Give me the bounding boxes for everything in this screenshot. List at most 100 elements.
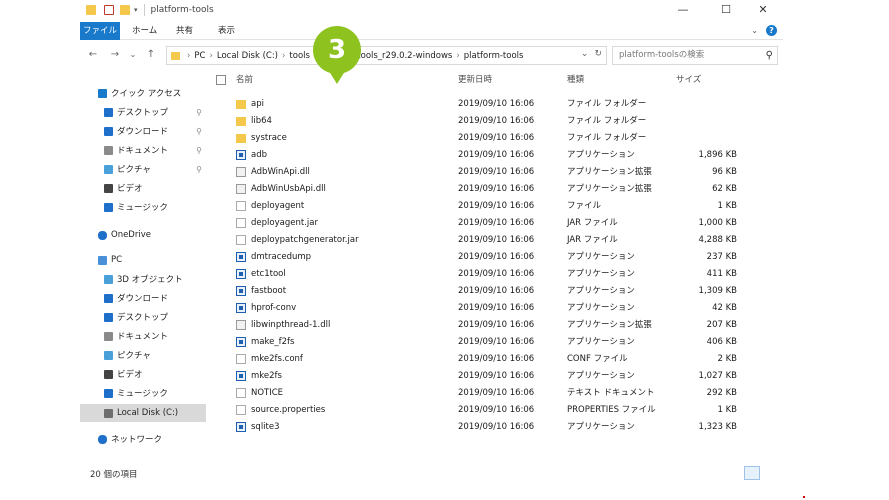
file-row[interactable]: deploypatchgenerator.jar 2019/09/10 16:06…: [210, 232, 783, 249]
file-name: systrace: [251, 133, 287, 143]
file-type: テキスト ドキュメント: [567, 388, 655, 398]
pin-icon[interactable]: ⚲: [196, 127, 202, 136]
search-input[interactable]: platform-toolsの検索 ⚲: [612, 46, 778, 65]
file-row[interactable]: api 2019/09/10 16:06 ファイル フォルダー: [210, 96, 783, 113]
window-title: platform-tools: [150, 5, 214, 15]
sidebar-item[interactable]: ネットワーク: [80, 430, 206, 448]
file-row[interactable]: fastboot 2019/09/10 16:06 アプリケーション 1,309 KB: [210, 283, 783, 300]
file-size: 1,027 KB: [698, 371, 737, 381]
column-header-date[interactable]: 更新日時: [458, 70, 492, 90]
videos-icon: [104, 183, 113, 193]
sidebar-item[interactable]: デスクトップ ⚲: [80, 103, 206, 121]
details-view-icon[interactable]: [744, 466, 760, 480]
breadcrumb-pc[interactable]: PC: [194, 51, 205, 61]
file-size: 237 KB: [706, 252, 737, 262]
file-name: mke2fs: [251, 371, 282, 381]
file-row[interactable]: etc1tool 2019/09/10 16:06 アプリケーション 411 KB: [210, 266, 783, 283]
breadcrumb-tools[interactable]: tools: [289, 51, 310, 61]
sidebar-item[interactable]: ビデオ: [80, 365, 206, 383]
file-row[interactable]: libwinpthread-1.dll 2019/09/10 16:06 アプリケー…: [210, 317, 783, 334]
help-icon[interactable]: ?: [766, 25, 777, 36]
file-date: 2019/09/10 16:06: [458, 150, 535, 160]
maximize-button[interactable]: ☐: [706, 0, 746, 20]
file-row[interactable]: mke2fs 2019/09/10 16:06 アプリケーション 1,027 KB: [210, 368, 783, 385]
search-icon[interactable]: ⚲: [766, 47, 773, 64]
pin-icon[interactable]: ⚲: [196, 146, 202, 155]
sidebar-item[interactable]: ミュージック: [80, 384, 206, 402]
up-button[interactable]: ↑: [144, 47, 158, 63]
tab-view[interactable]: 表示: [210, 22, 243, 40]
file-row[interactable]: mke2fs.conf 2019/09/10 16:06 CONF ファイル 2 KB: [210, 351, 783, 368]
address-dropdown-icon[interactable]: ⌄: [581, 49, 589, 59]
desktop-icon: [104, 107, 113, 117]
tab-home[interactable]: ホーム: [124, 22, 165, 40]
breadcrumb-platform-tools[interactable]: platform-tools: [464, 51, 524, 61]
forward-button[interactable]: →: [108, 47, 122, 63]
sidebar-item[interactable]: Local Disk (C:): [80, 404, 206, 422]
file-row[interactable]: sqlite3 2019/09/10 16:06 アプリケーション 1,323 KB: [210, 419, 783, 436]
address-folder-icon: [171, 51, 180, 60]
sidebar-item[interactable]: OneDrive: [80, 226, 206, 244]
file-size: 207 KB: [706, 320, 737, 330]
file-row[interactable]: NOTICE 2019/09/10 16:06 テキスト ドキュメント 292 KB: [210, 385, 783, 402]
sidebar-item[interactable]: PC: [80, 251, 206, 269]
close-button[interactable]: ✕: [743, 0, 783, 20]
file-row[interactable]: adb 2019/09/10 16:06 アプリケーション 1,896 KB: [210, 147, 783, 164]
file-row[interactable]: lib64 2019/09/10 16:06 ファイル フォルダー: [210, 113, 783, 130]
large-icons-view-icon[interactable]: [764, 466, 780, 480]
sidebar-item[interactable]: ダウンロード: [80, 289, 206, 307]
file-row[interactable]: hprof-conv 2019/09/10 16:06 アプリケーション 42 KB: [210, 300, 783, 317]
sidebar-item-label: 3D オブジェクト: [117, 275, 183, 285]
tab-share[interactable]: 共有: [168, 22, 201, 40]
file-row[interactable]: deployagent 2019/09/10 16:06 ファイル 1 KB: [210, 198, 783, 215]
sidebar-item[interactable]: ダウンロード ⚲: [80, 122, 206, 140]
file-size: 42 KB: [712, 303, 737, 313]
select-all-checkbox[interactable]: [216, 75, 226, 85]
file-row[interactable]: systrace 2019/09/10 16:06 ファイル フォルダー: [210, 130, 783, 147]
column-header-type[interactable]: 種類: [567, 70, 584, 90]
properties-icon[interactable]: [104, 5, 114, 15]
sidebar-item[interactable]: 3D オブジェクト: [80, 270, 206, 288]
quick-access-toolbar-dropdown-icon[interactable]: ▾: [134, 6, 138, 14]
file-row[interactable]: source.properties 2019/09/10 16:06 PROPERT…: [210, 402, 783, 419]
breadcrumb-platform-tools-sdk[interactable]: m-tools_r29.0.2-windows: [346, 51, 452, 61]
pin-icon[interactable]: ⚲: [196, 165, 202, 174]
file-size: 2 KB: [717, 354, 737, 364]
download-icon: [104, 126, 113, 136]
breadcrumb-local-disk[interactable]: Local Disk (C:): [217, 51, 278, 61]
new-folder-icon[interactable]: [120, 5, 130, 15]
step-badge: 3: [313, 26, 361, 74]
application-icon: [236, 269, 246, 279]
column-header-name[interactable]: 名前: [236, 70, 253, 90]
file-name: api: [251, 99, 264, 109]
pin-icon[interactable]: ⚲: [196, 108, 202, 117]
sidebar-item[interactable]: ピクチャ ⚲: [80, 160, 206, 178]
sidebar-item[interactable]: ドキュメント: [80, 327, 206, 345]
breadcrumb-separator: ›: [209, 50, 213, 61]
file-row[interactable]: make_f2fs 2019/09/10 16:06 アプリケーション 406 KB: [210, 334, 783, 351]
file-date: 2019/09/10 16:06: [458, 303, 535, 313]
application-icon: [236, 303, 246, 313]
sidebar-item[interactable]: クイック アクセス: [80, 84, 206, 102]
file-row[interactable]: dmtracedump 2019/09/10 16:06 アプリケーション 237 K…: [210, 249, 783, 266]
file-row[interactable]: deployagent.jar 2019/09/10 16:06 JAR ファイル 1…: [210, 215, 783, 232]
file-row[interactable]: AdbWinUsbApi.dll 2019/09/10 16:06 アプリケーション…: [210, 181, 783, 198]
sidebar-item[interactable]: ピクチャ: [80, 346, 206, 364]
column-header-size[interactable]: サイズ: [676, 70, 701, 90]
sidebar-item[interactable]: ビデオ: [80, 179, 206, 197]
recent-locations-icon[interactable]: ⌄: [126, 47, 140, 63]
file-date: 2019/09/10 16:06: [458, 388, 535, 398]
refresh-button[interactable]: ↻: [594, 49, 602, 59]
back-button[interactable]: ←: [86, 47, 100, 63]
address-bar[interactable]: › PC › Local Disk (C:) › tools m-tools_r…: [166, 46, 607, 65]
sidebar-item[interactable]: デスクトップ: [80, 308, 206, 326]
file-icon: [236, 405, 246, 415]
expand-ribbon-icon[interactable]: ⌄: [751, 26, 758, 35]
file-icon: [236, 388, 246, 398]
tab-file[interactable]: ファイル: [80, 22, 120, 40]
sidebar-item[interactable]: ミュージック: [80, 198, 206, 216]
file-row[interactable]: AdbWinApi.dll 2019/09/10 16:06 アプリケーション拡張 9…: [210, 164, 783, 181]
minimize-button[interactable]: —: [663, 0, 703, 20]
sidebar-item[interactable]: ドキュメント ⚲: [80, 141, 206, 159]
file-size: 292 KB: [706, 388, 737, 398]
